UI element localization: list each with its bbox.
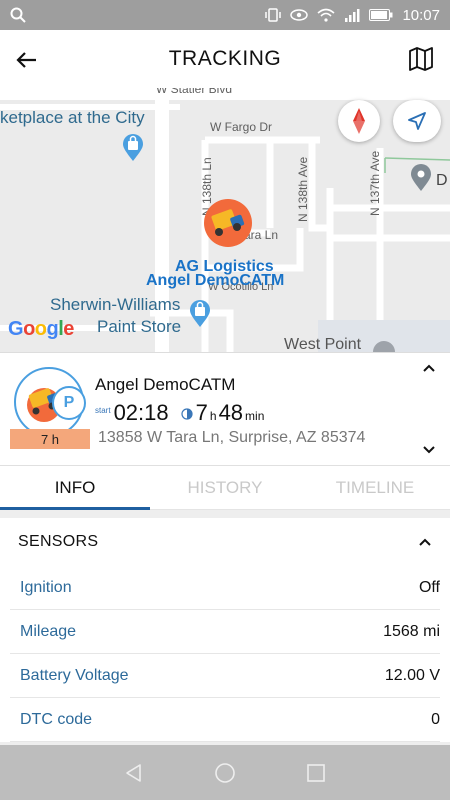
sensor-list: Ignition Off Mileage 1568 mi Battery Vol… (0, 566, 450, 742)
status-duration-badge: 7 h (10, 429, 90, 449)
chevron-up-icon[interactable] (422, 361, 436, 375)
eye-icon (290, 9, 309, 21)
vehicle-marker-icon[interactable] (203, 198, 253, 248)
status-time: 10:07 (402, 6, 440, 24)
battery-icon (369, 9, 393, 21)
trip-times: start 02:18 7 h 48 min (95, 400, 266, 426)
street-label-n137th-ave: N 137th Ave (368, 150, 382, 216)
sensor-row-battery-voltage: Battery Voltage 12.00 V (10, 654, 440, 698)
sensor-value: Off (418, 578, 440, 596)
app-bar: TRACKING (0, 30, 450, 88)
sensors-section-header[interactable]: SENSORS (0, 518, 450, 566)
sensor-label: Battery Voltage (20, 666, 129, 684)
street-label-fargo: W Fargo Dr (210, 120, 273, 134)
signal-icon (345, 9, 360, 22)
sensor-row-ignition: Ignition Off (10, 566, 440, 610)
parking-icon: P (63, 394, 75, 411)
chevron-up-icon[interactable] (418, 535, 432, 549)
wifi-icon (317, 8, 335, 22)
duration-icon (181, 408, 193, 420)
poi-sherwin-line2: Paint Store (97, 317, 182, 336)
duration-hours: 7 (195, 400, 208, 425)
page-title: TRACKING (168, 47, 282, 70)
navigation-arrow-icon (408, 112, 426, 130)
duration-minutes-unit: min (245, 409, 265, 423)
my-location-button[interactable] (393, 100, 441, 142)
location-pin-icon (411, 164, 431, 191)
sensor-row-dtc-code: DTC code 0 (10, 698, 440, 742)
paint-store-pin-icon (190, 300, 210, 327)
status-bar: 10:07 (0, 0, 450, 30)
sensor-value: 0 (431, 710, 440, 728)
sensor-row-mileage: Mileage 1568 mi (10, 610, 440, 654)
vehicle-name: Angel DemoCATM (95, 375, 236, 394)
sensor-value: 1568 mi (383, 622, 440, 640)
vibrate-icon (265, 8, 282, 22)
sensor-label: Ignition (20, 578, 72, 596)
duration-minutes: 48 (218, 400, 244, 425)
poi-d: D (436, 172, 448, 189)
map-icon[interactable] (408, 46, 434, 72)
poi-marketplace: ketplace at the City (0, 108, 145, 127)
map-vehicle-name: Angel DemoCATM (146, 272, 285, 289)
tab-history[interactable]: HISTORY (150, 466, 300, 509)
tab-bar: INFO HISTORY TIMELINE (0, 466, 450, 510)
sensor-label: Mileage (20, 622, 77, 640)
duration-hours-unit: h (209, 409, 217, 423)
poi-sherwin-line1: Sherwin-Williams (50, 295, 181, 314)
poi-west-point: West Point (284, 336, 362, 352)
vehicle-summary-panel[interactable]: P 7 h Angel DemoCATM start 02:18 7 h 48 … (0, 352, 450, 466)
sensor-value: 12.00 V (384, 666, 440, 684)
back-arrow-icon[interactable] (14, 46, 42, 74)
compass-button[interactable] (338, 100, 380, 142)
tab-timeline[interactable]: TIMELINE (300, 466, 450, 509)
search-icon (10, 7, 26, 23)
info-content: SENSORS Ignition Off Mileage 1568 mi Bat… (0, 510, 450, 745)
school-pin-icon (373, 341, 395, 352)
nav-recents-icon[interactable] (306, 763, 326, 783)
street-label-n138th-ave: N 138th Ave (296, 156, 310, 222)
map-view[interactable]: W Statler Blvd W Fargo Dr N 138th Ln N 1… (0, 88, 450, 352)
chevron-down-icon[interactable] (422, 443, 436, 457)
shopping-bag-pin-icon (123, 134, 143, 161)
sensors-title: SENSORS (18, 533, 99, 550)
start-time: 02:18 (113, 400, 169, 425)
vehicle-address: 13858 W Tara Ln, Surprise, AZ 85374 (98, 429, 366, 446)
google-logo: Google (8, 318, 74, 340)
tab-info[interactable]: INFO (0, 466, 150, 510)
nav-home-icon[interactable] (214, 762, 236, 784)
start-label: start (95, 406, 111, 415)
sensor-label: DTC code (20, 710, 93, 728)
nav-back-icon[interactable] (124, 763, 144, 783)
compass-icon (353, 108, 365, 134)
system-nav-bar (0, 745, 450, 800)
street-label-statler: W Statler Blvd (156, 88, 233, 96)
parking-status-badge: P (52, 386, 86, 420)
